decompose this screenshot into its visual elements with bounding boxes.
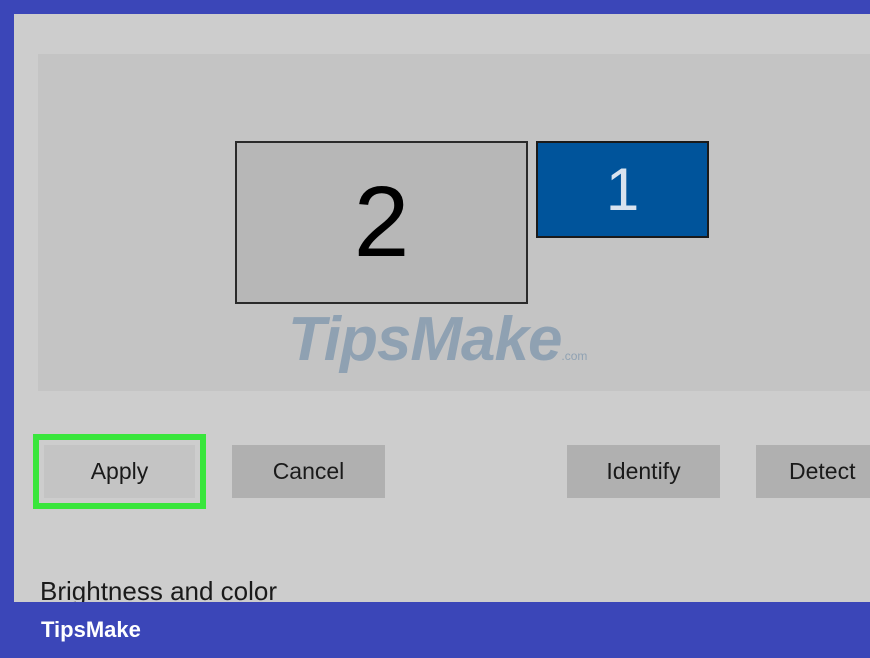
watermark-text: TipsMake [288, 305, 562, 374]
watermark-suffix: .com [561, 349, 588, 363]
cancel-button[interactable]: Cancel [232, 445, 385, 498]
apply-button-label: Apply [90, 458, 149, 484]
identify-button[interactable]: Identify [567, 445, 720, 498]
watermark-logo: TipsMake.com [288, 304, 587, 375]
footer-brand-logo: TipsMake [41, 617, 141, 642]
apply-button[interactable]: Apply [44, 445, 195, 498]
monitor-arrangement-area: 2 1 TipsMake.com [38, 54, 870, 391]
apply-button-highlight[interactable]: Apply [33, 434, 206, 509]
brightness-section-heading: Brightness and color [40, 576, 278, 602]
detect-button[interactable]: Detect [756, 445, 870, 498]
display-settings-panel: 2 1 TipsMake.com Apply Cancel Identify D… [14, 14, 870, 602]
footer-bar: TipsMake [0, 602, 870, 658]
monitor-2-tile[interactable]: 2 [235, 141, 528, 304]
cancel-button-label: Cancel [272, 458, 345, 484]
monitor-1-tile[interactable]: 1 [536, 141, 709, 238]
identify-button-label: Identify [606, 458, 681, 484]
detect-button-label: Detect [789, 458, 856, 484]
